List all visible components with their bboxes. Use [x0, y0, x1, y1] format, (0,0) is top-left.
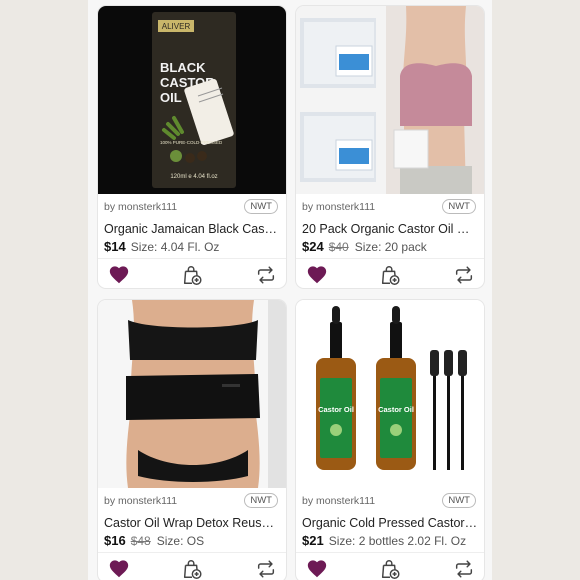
- heart-icon[interactable]: [108, 264, 130, 286]
- divider: [98, 552, 286, 553]
- price-row: $16 $48 Size: OS: [104, 533, 280, 548]
- seller-name[interactable]: by monsterk111: [104, 201, 177, 213]
- action-bar: [98, 555, 286, 580]
- listing-card[interactable]: Castor Oil Castor Oil by monsterk111 NWT…: [296, 300, 484, 580]
- price-row: $24 $40 Size: 20 pack: [302, 239, 478, 254]
- listing-card[interactable]: by monsterk111 NWT Castor Oil Wrap Detox…: [98, 300, 286, 580]
- listing-title[interactable]: 20 Pack Organic Castor Oil Wrap Pads: [302, 222, 478, 236]
- share-icon[interactable]: [255, 264, 277, 286]
- image-bottle1-label: Castor Oil: [318, 405, 354, 414]
- image-word1-text: BLACK: [160, 60, 206, 75]
- heart-icon[interactable]: [108, 558, 130, 580]
- nwt-badge: NWT: [442, 199, 476, 214]
- seller-name[interactable]: by monsterk111: [104, 495, 177, 507]
- bundle-bag-icon[interactable]: [379, 264, 401, 286]
- size-label: Size: 20 pack: [354, 240, 427, 254]
- image-brand-text: ALIVER: [162, 22, 191, 31]
- image-volume-text: 120ml e 4.04 fl.oz: [170, 174, 217, 180]
- bundle-bag-icon[interactable]: [379, 558, 401, 580]
- price: $21: [302, 533, 324, 548]
- price: $24: [302, 239, 324, 254]
- product-image[interactable]: ALIVER BLACK CASTOR OIL 100% PURE-COLD-P…: [98, 6, 286, 194]
- seller-name[interactable]: by monsterk111: [302, 201, 375, 213]
- image-bottle2-label: Castor Oil: [378, 405, 414, 414]
- original-price: $48: [130, 534, 151, 548]
- bundle-bag-icon[interactable]: [181, 558, 203, 580]
- product-image[interactable]: [296, 6, 484, 194]
- price-row: $21 Size: 2 bottles 2.02 Fl. Oz: [302, 533, 478, 548]
- divider: [98, 258, 286, 259]
- size-label: Size: OS: [156, 534, 205, 548]
- share-icon[interactable]: [453, 558, 475, 580]
- listing-feed: ALIVER BLACK CASTOR OIL 100% PURE-COLD-P…: [88, 0, 492, 580]
- product-image[interactable]: [98, 300, 286, 488]
- listing-card[interactable]: by monsterk111 NWT 20 Pack Organic Casto…: [296, 6, 484, 288]
- divider: [296, 258, 484, 259]
- listing-title[interactable]: Castor Oil Wrap Detox Reusable Belt: [104, 516, 280, 530]
- image-note-text: 100% PURE-COLD-PRESSED: [160, 140, 223, 145]
- action-bar: [296, 555, 484, 580]
- nwt-badge: NWT: [442, 493, 476, 508]
- nwt-badge: NWT: [244, 199, 278, 214]
- image-word3-text: OIL: [160, 90, 182, 105]
- share-icon[interactable]: [255, 558, 277, 580]
- bundle-bag-icon[interactable]: [181, 264, 203, 286]
- heart-icon[interactable]: [306, 558, 328, 580]
- size-label: Size: 2 bottles 2.02 Fl. Oz: [328, 534, 467, 548]
- nwt-badge: NWT: [244, 493, 278, 508]
- seller-name[interactable]: by monsterk111: [302, 495, 375, 507]
- action-bar: [296, 261, 484, 287]
- price: $16: [104, 533, 126, 548]
- share-icon[interactable]: [453, 264, 475, 286]
- size-label: Size: 4.04 Fl. Oz: [130, 240, 220, 254]
- listing-title[interactable]: Organic Jamaican Black Castor Oil: [104, 222, 280, 236]
- product-image[interactable]: Castor Oil Castor Oil: [296, 300, 484, 488]
- heart-icon[interactable]: [306, 264, 328, 286]
- divider: [296, 552, 484, 553]
- price-row: $14 Size: 4.04 Fl. Oz: [104, 239, 280, 254]
- listing-title[interactable]: Organic Cold Pressed Castor Oil Serum: [302, 516, 478, 530]
- listing-card[interactable]: ALIVER BLACK CASTOR OIL 100% PURE-COLD-P…: [98, 6, 286, 288]
- price: $14: [104, 239, 126, 254]
- original-price: $40: [328, 240, 349, 254]
- action-bar: [98, 261, 286, 287]
